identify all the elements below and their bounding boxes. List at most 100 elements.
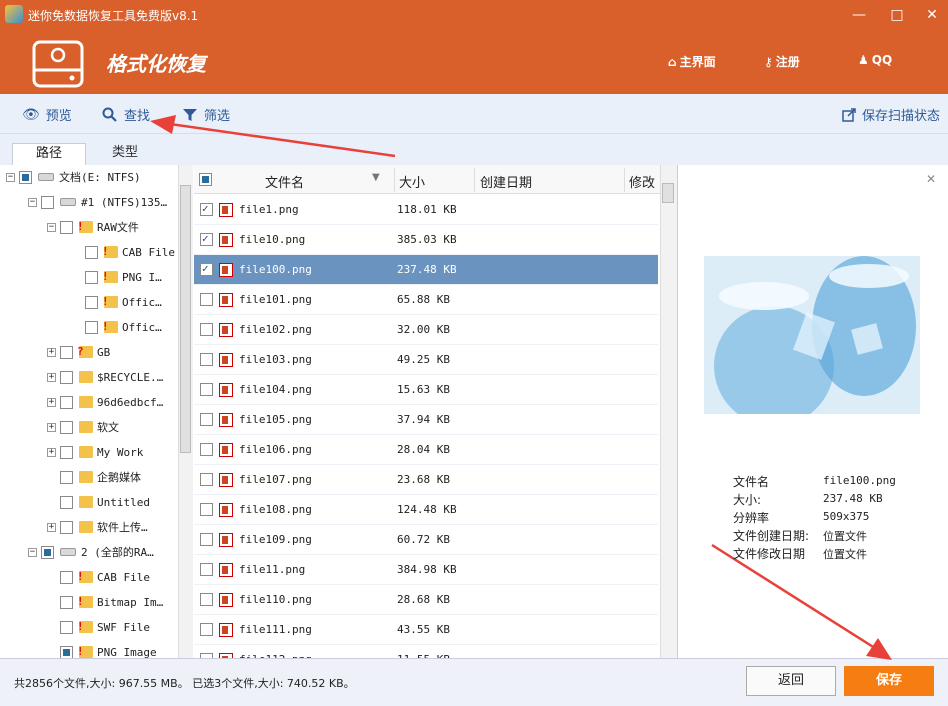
tree-checkbox[interactable] (60, 595, 73, 609)
tree-checkbox[interactable] (60, 345, 73, 359)
file-row[interactable]: file102.png 32.00 KB (194, 315, 658, 345)
tree-node[interactable]: PNG I… (72, 267, 162, 287)
file-row[interactable]: file103.png 49.25 KB (194, 345, 658, 375)
file-checkbox[interactable] (200, 413, 213, 426)
file-row[interactable]: file10.png 385.03 KB (194, 225, 658, 255)
file-row[interactable]: file107.png 23.68 KB (194, 465, 658, 495)
file-checkbox[interactable] (200, 623, 213, 636)
tree-checkbox[interactable] (60, 445, 73, 459)
tree-checkbox[interactable] (85, 270, 98, 284)
expand-toggle[interactable]: + (47, 447, 56, 457)
file-row[interactable]: file111.png 43.55 KB (194, 615, 658, 645)
file-row[interactable]: file1.png 118.01 KB (194, 195, 658, 225)
tree-node[interactable]: Bitmap Im… (47, 592, 163, 612)
expand-toggle[interactable]: + (47, 347, 56, 357)
file-checkbox[interactable] (200, 202, 213, 216)
file-row[interactable]: file104.png 15.63 KB (194, 375, 658, 405)
expand-toggle[interactable]: + (47, 397, 56, 407)
home-button[interactable]: ⌂ 主界面 (668, 53, 716, 70)
search-button[interactable]: 查找 (102, 105, 150, 124)
file-row[interactable]: file105.png 37.94 KB (194, 405, 658, 435)
tree-node[interactable]: + 软件上传… (47, 517, 148, 537)
tree-checkbox[interactable] (85, 295, 98, 309)
file-checkbox[interactable] (200, 383, 213, 396)
tree-node[interactable]: Offic… (72, 292, 162, 312)
tree-checkbox[interactable] (60, 420, 73, 434)
tree-checkbox[interactable] (60, 620, 73, 634)
file-checkbox[interactable] (200, 593, 213, 606)
maximize-button[interactable]: □ (884, 4, 910, 26)
tree-node[interactable]: + $RECYCLE.… (47, 367, 163, 387)
file-row[interactable]: file100.png 237.48 KB (194, 255, 658, 285)
register-button[interactable]: ⚷ 注册 (764, 53, 800, 70)
tree-scrollbar-thumb[interactable] (180, 185, 191, 453)
tree-node[interactable]: PNG Image (47, 642, 157, 658)
tree-checkbox[interactable] (60, 495, 73, 509)
column-size[interactable]: 大小 (399, 172, 425, 191)
file-checkbox[interactable] (200, 262, 213, 276)
file-row[interactable]: file108.png 124.48 KB (194, 495, 658, 525)
column-modified[interactable]: 修改 (629, 172, 655, 191)
expand-toggle[interactable]: − (28, 197, 37, 207)
tree-checkbox[interactable] (41, 195, 54, 209)
file-checkbox[interactable] (200, 503, 213, 516)
expand-toggle[interactable]: − (28, 547, 37, 557)
tree-node[interactable]: + 软文 (47, 417, 119, 437)
tree-node[interactable]: Offic… (72, 317, 162, 337)
file-checkbox[interactable] (200, 473, 213, 486)
file-checkbox[interactable] (200, 232, 213, 246)
tree-node[interactable]: − 2 (全部的RA… (28, 542, 154, 562)
tree-checkbox[interactable] (85, 320, 98, 334)
tree-checkbox[interactable] (19, 170, 32, 184)
file-row[interactable]: file110.png 28.68 KB (194, 585, 658, 615)
preview-button[interactable]: 👁 预览 (22, 105, 72, 125)
file-row[interactable]: file101.png 65.88 KB (194, 285, 658, 315)
column-created[interactable]: 创建日期 (480, 172, 532, 191)
tree-node[interactable]: + My Work (47, 442, 143, 462)
tab-type[interactable]: 类型 (88, 143, 162, 165)
list-scrollbar-thumb[interactable] (662, 183, 674, 203)
tree-node[interactable]: Untitled (47, 492, 150, 512)
tree-node[interactable]: − RAW文件 (47, 217, 139, 237)
file-checkbox[interactable] (200, 533, 213, 546)
file-checkbox[interactable] (200, 323, 213, 336)
tree-checkbox[interactable] (41, 545, 54, 559)
expand-toggle[interactable]: + (47, 522, 56, 532)
tree-checkbox[interactable] (60, 470, 73, 484)
tree-node[interactable]: SWF File (47, 617, 150, 637)
select-all-checkbox[interactable] (199, 173, 212, 186)
file-row[interactable]: file106.png 28.04 KB (194, 435, 658, 465)
qq-button[interactable]: ♟ QQ (858, 53, 892, 67)
tree-checkbox[interactable] (60, 520, 73, 534)
back-button[interactable]: 返回 (746, 666, 836, 696)
tree-checkbox[interactable] (60, 395, 73, 409)
list-scrollbar[interactable] (660, 165, 677, 658)
save-button[interactable]: 保存 (844, 666, 934, 696)
save-scan-button[interactable]: 保存扫描状态 (842, 105, 940, 124)
expand-toggle[interactable]: − (47, 222, 56, 232)
minimize-button[interactable]: — (846, 4, 872, 26)
expand-toggle[interactable]: + (47, 422, 56, 432)
tree-node[interactable]: CAB File (47, 567, 150, 587)
tree-node[interactable]: − #1 (NTFS)135… (28, 192, 167, 212)
expand-toggle[interactable]: + (47, 372, 56, 382)
tree-checkbox[interactable] (60, 570, 73, 584)
tree-checkbox[interactable] (60, 220, 73, 234)
filter-button[interactable]: 筛选 (182, 105, 230, 124)
close-button[interactable]: ✕ (919, 4, 945, 26)
tree-node[interactable]: + GB (47, 342, 110, 362)
tab-path[interactable]: 路径 (12, 143, 86, 165)
file-row[interactable]: file112.png11.55 KB (194, 645, 658, 658)
file-row[interactable]: file11.png 384.98 KB (194, 555, 658, 585)
preview-close-icon[interactable]: ✕ (926, 172, 936, 186)
tree-node[interactable]: CAB File (72, 242, 175, 262)
expand-toggle[interactable]: − (6, 172, 15, 182)
tree-checkbox[interactable] (60, 370, 73, 384)
file-row[interactable]: file109.png 60.72 KB (194, 525, 658, 555)
tree-node[interactable]: 企鹅媒体 (47, 467, 141, 487)
file-checkbox[interactable] (200, 293, 213, 306)
file-checkbox[interactable] (200, 443, 213, 456)
file-checkbox[interactable] (200, 563, 213, 576)
tree-checkbox[interactable] (85, 245, 98, 259)
file-checkbox[interactable] (200, 353, 213, 366)
